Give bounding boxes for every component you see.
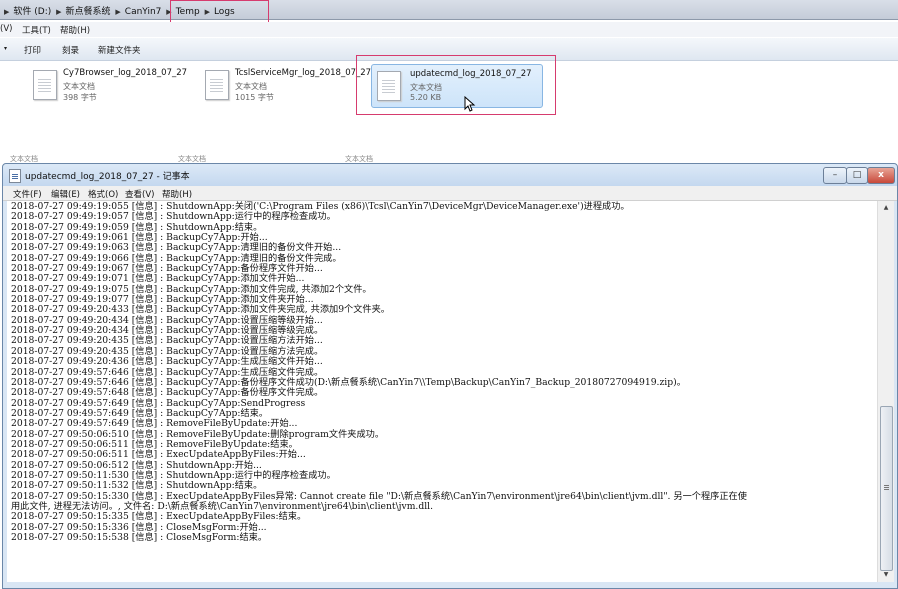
text-file-icon (205, 70, 229, 100)
notepad-window: updatecmd_log_2018_07_27 - 记事本 – □ x 文件(… (2, 163, 898, 589)
text-editor[interactable]: 2018-07-27 09:49:19:055 [信息] : ShutdownA… (7, 201, 877, 582)
breadcrumb-separator-icon: ▶ (4, 8, 10, 16)
mouse-cursor-icon (464, 96, 476, 112)
print-button[interactable]: 打印 (24, 44, 41, 56)
explorer-menu-bar: (V) 工具(T) 帮助(H) (0, 22, 898, 37)
notepad-icon (9, 169, 21, 183)
notepad-title-bar[interactable]: updatecmd_log_2018_07_27 - 记事本 – □ x (3, 164, 897, 186)
window-title: updatecmd_log_2018_07_27 - 记事本 (25, 172, 190, 182)
menu-edit[interactable]: 编辑(E) (51, 188, 80, 200)
maximize-button[interactable]: □ (846, 167, 868, 184)
file-item-cy7browser[interactable]: Cy7Browser_log_2018_07_27 文本文档 398 字节 (33, 66, 187, 112)
text-file-icon (33, 70, 57, 100)
menu-file[interactable]: 文件(F) (13, 188, 42, 200)
new-folder-button[interactable]: 新建文件夹 (98, 44, 141, 56)
file-name: TcslServiceMgr_log_2018_07_27 (235, 68, 372, 78)
file-type: 文本文档 (63, 82, 95, 91)
notepad-menu-bar: 文件(F) 编辑(E) 格式(O) 查看(V) 帮助(H) (3, 186, 897, 201)
burn-button[interactable]: 刻录 (62, 44, 79, 56)
breadcrumb-separator-icon: ▶ (56, 8, 62, 16)
minimize-button[interactable]: – (823, 167, 847, 184)
highlight-box-path (170, 0, 269, 23)
menu-help[interactable]: 帮助(H) (162, 188, 192, 200)
menu-view[interactable]: 查看(V) (125, 188, 154, 200)
menu-format[interactable]: 格式(O) (88, 188, 118, 200)
breadcrumb-item-system[interactable]: 新点餐系统 (66, 7, 111, 17)
vertical-scrollbar[interactable]: ▲ ▼ (877, 201, 894, 582)
file-size: 1015 字节 (235, 93, 274, 102)
highlight-box-file (356, 55, 556, 115)
file-item-tcslservicemgr[interactable]: TcslServiceMgr_log_2018_07_27 文本文档 1015 … (205, 66, 371, 112)
breadcrumb-separator-icon: ▶ (115, 8, 121, 16)
scroll-down-arrow-icon[interactable]: ▼ (878, 568, 894, 582)
log-content[interactable]: 2018-07-27 09:49:19:055 [信息] : ShutdownA… (7, 201, 877, 544)
menu-view[interactable]: (V) (0, 24, 12, 34)
file-type: 文本文档 (235, 82, 267, 91)
menu-tools[interactable]: 工具(T) (22, 24, 51, 36)
toolbar-dropdown-icon[interactable]: ▾ (4, 45, 7, 52)
address-bar[interactable]: ▶ 软件 (D:) ▶ 新点餐系统 ▶ CanYin7 ▶ Temp ▶ Logs (0, 0, 898, 20)
breadcrumb-item-canyin7[interactable]: CanYin7 (125, 7, 162, 17)
breadcrumb-item-drive[interactable]: 软件 (D:) (13, 7, 51, 17)
grip-icon (884, 485, 889, 491)
scroll-up-arrow-icon[interactable]: ▲ (878, 201, 894, 215)
close-button[interactable]: x (867, 167, 895, 184)
file-name: Cy7Browser_log_2018_07_27 (63, 68, 188, 78)
scroll-thumb[interactable] (880, 406, 893, 571)
file-size: 398 字节 (63, 93, 97, 102)
menu-help[interactable]: 帮助(H) (60, 24, 90, 36)
